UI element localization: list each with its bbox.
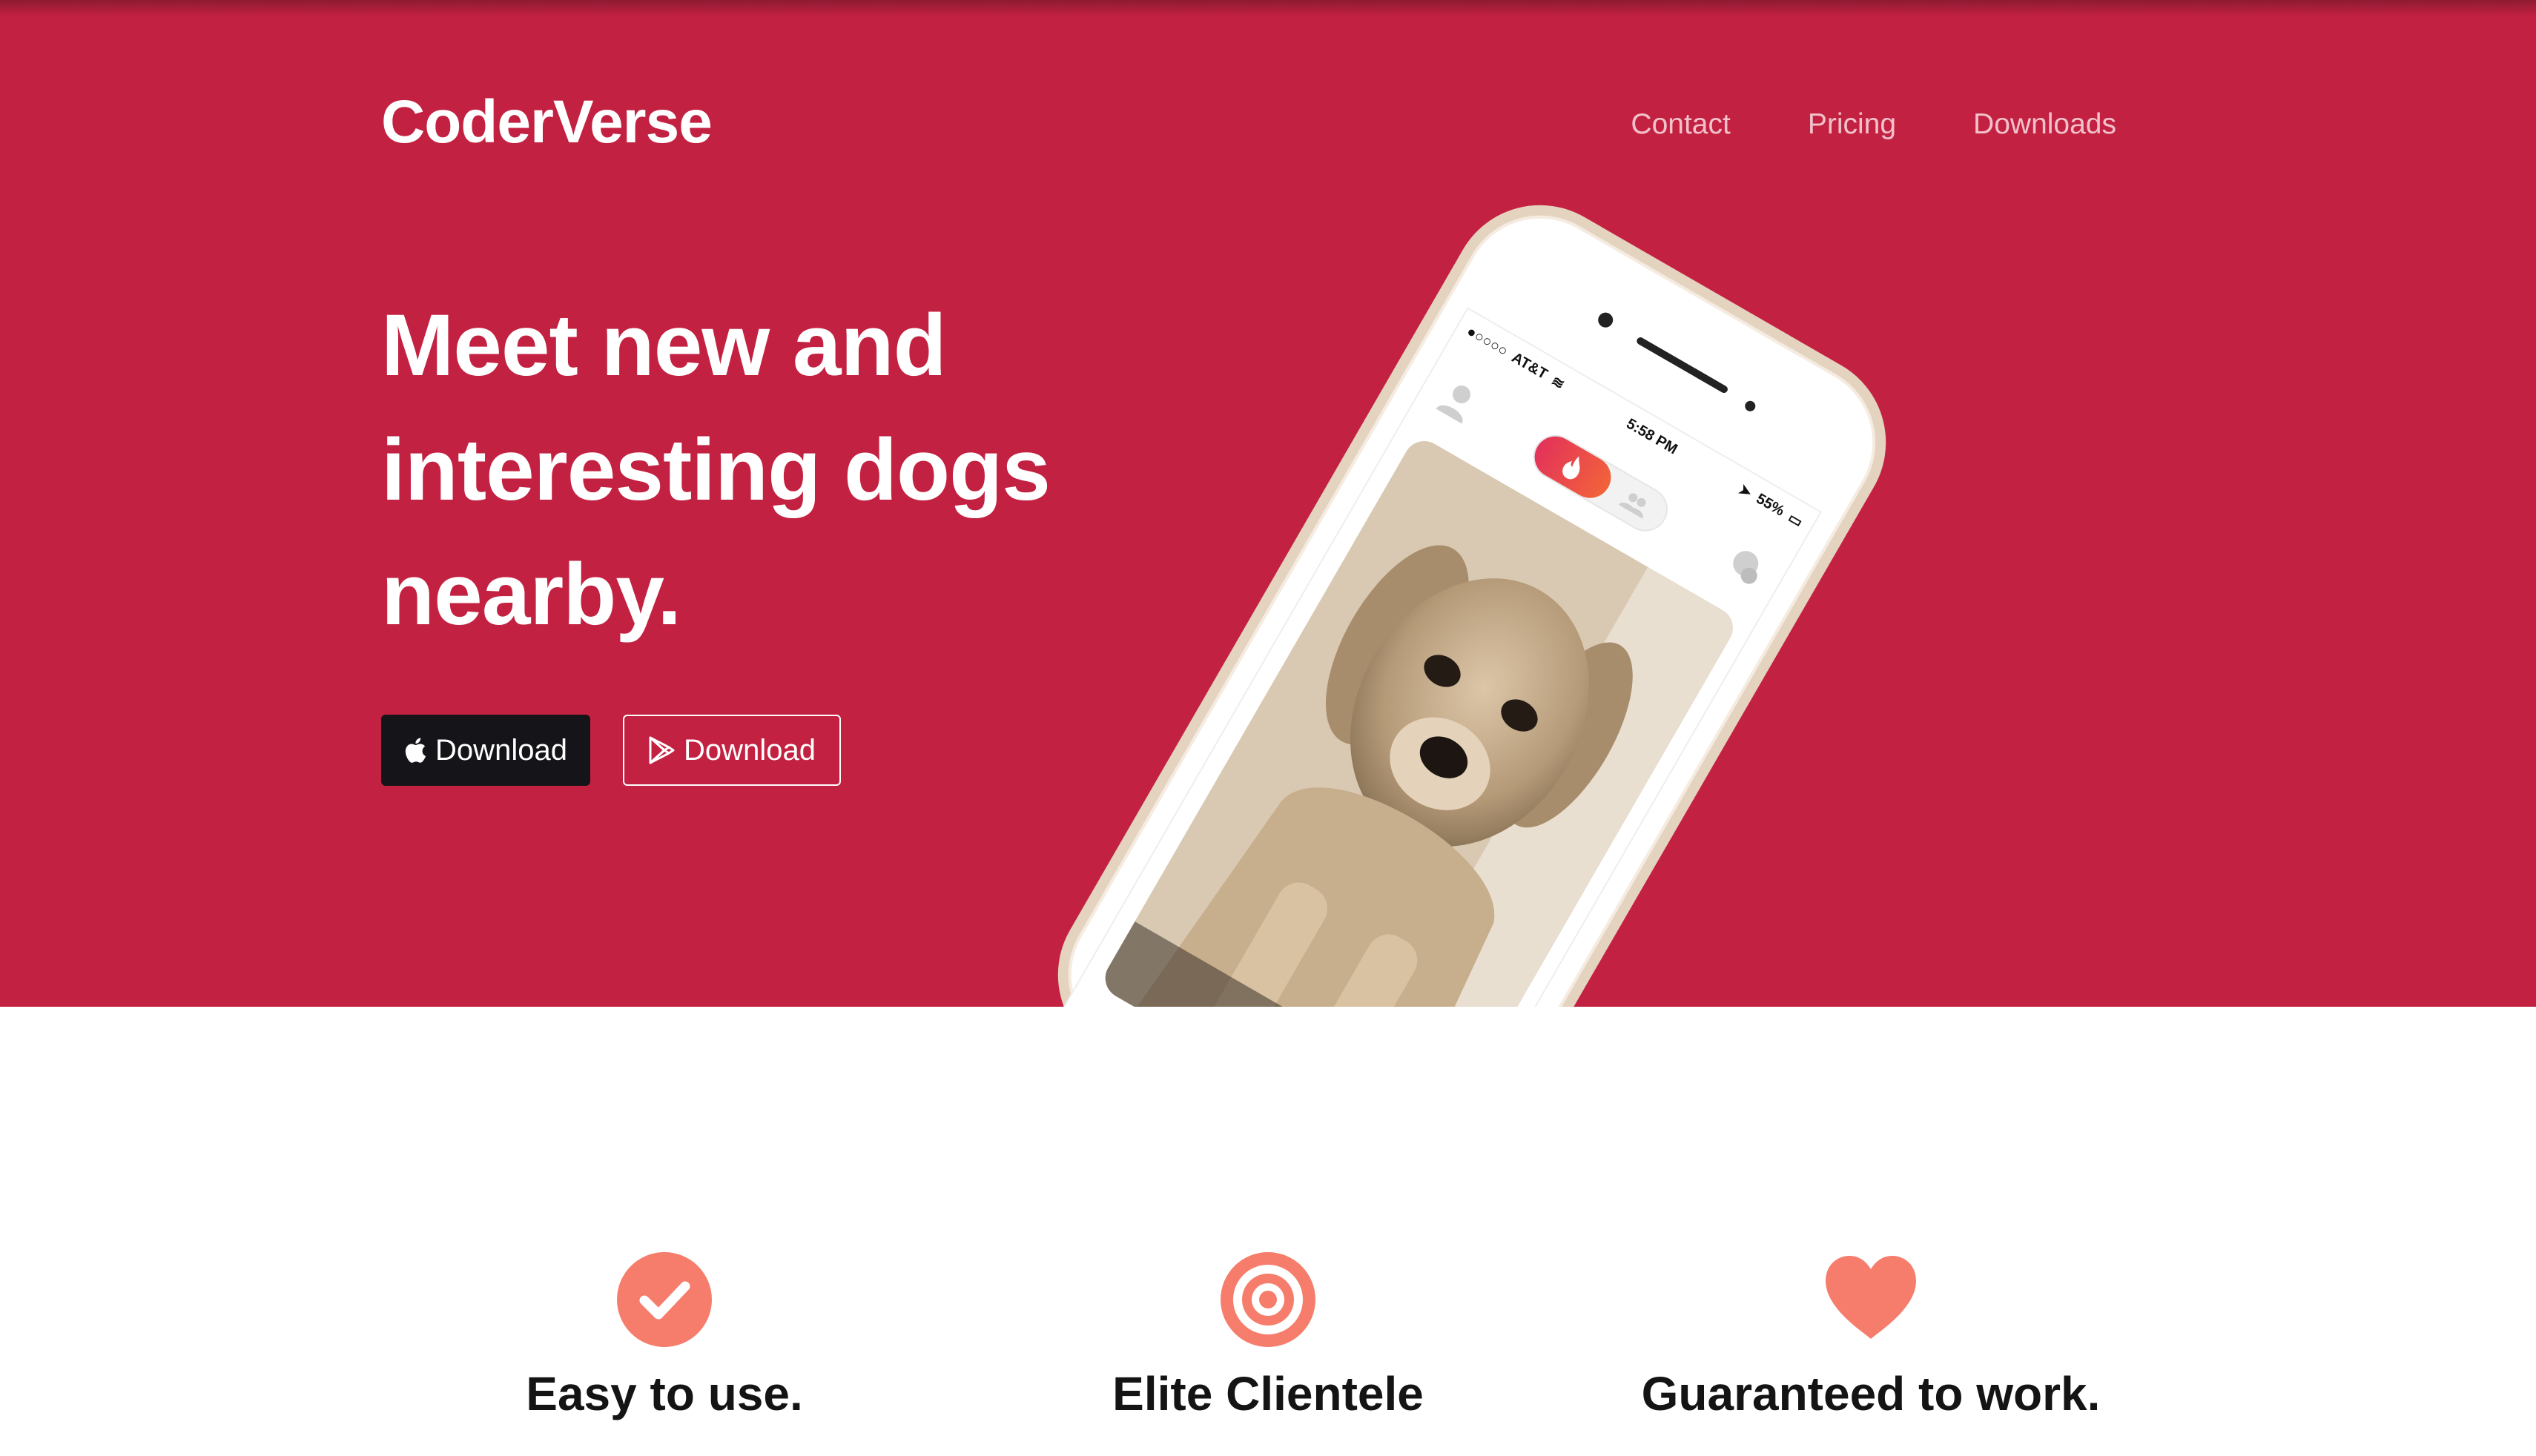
headline-line-3: nearby. (381, 546, 681, 643)
feature-title: Guaranteed to work. (1641, 1367, 2101, 1420)
target-icon (1220, 1251, 1316, 1348)
phone-earpiece (1635, 336, 1729, 394)
feature-easy-to-use: Easy to use. (397, 1251, 931, 1420)
hero-section: CoderVerse Contact Pricing Downloads Mee… (0, 0, 2536, 1007)
feature-elite-clientele: Elite Clientele (1001, 1251, 1535, 1420)
carrier-label: AT&T (1509, 348, 1551, 383)
profile-icon[interactable] (1434, 377, 1481, 426)
battery-icon: ▭ (1785, 509, 1806, 531)
play-store-download-button[interactable]: Download (623, 715, 841, 786)
feature-title: Easy to use. (526, 1367, 803, 1420)
battery-percent: 55% (1753, 490, 1788, 520)
hero-top-shadow (0, 0, 2536, 16)
play-store-icon (648, 736, 675, 764)
play-download-label: Download (684, 733, 816, 767)
check-circle-icon (616, 1251, 713, 1348)
location-icon: ➤ (1736, 480, 1755, 502)
headline-line-1: Meet new and (381, 297, 947, 394)
proximity-sensor (1743, 399, 1757, 414)
apple-download-label: Download (435, 733, 567, 767)
headline-line-2: interesting dogs (381, 421, 1051, 519)
phone-mockup: ●○○○○ AT&T ≋ 5:58 PM ➤ 55% ▭ (1025, 172, 2076, 1007)
heart-icon (1823, 1251, 1919, 1348)
wifi-icon: ≋ (1548, 372, 1568, 394)
hero-headline: Meet new and interesting dogs nearby. (381, 283, 1167, 657)
features-section: Easy to use. Elite Clientele Guaranteed … (0, 1007, 2536, 1456)
phone-body: ●○○○○ AT&T ≋ 5:58 PM ➤ 55% ▭ (1025, 172, 1919, 1007)
apple-download-button[interactable]: Download (381, 715, 590, 786)
landing-page: CoderVerse Contact Pricing Downloads Mee… (0, 0, 2536, 1456)
nav-contact-link[interactable]: Contact (1631, 108, 1730, 141)
feature-guaranteed: Guaranteed to work. (1604, 1251, 2138, 1420)
nav-downloads-link[interactable]: Downloads (1973, 108, 2116, 141)
top-nav: Contact Pricing Downloads (1631, 108, 2116, 141)
phone-screen: ●○○○○ AT&T ≋ 5:58 PM ➤ 55% ▭ (1059, 307, 1823, 1007)
group-icon (1617, 487, 1654, 520)
apple-icon (404, 737, 426, 764)
brand-logo[interactable]: CoderVerse (381, 87, 713, 157)
flame-icon (1527, 428, 1619, 506)
feature-title: Elite Clientele (1112, 1367, 1424, 1420)
front-camera (1595, 310, 1616, 331)
nav-pricing-link[interactable]: Pricing (1808, 108, 1896, 141)
chat-icon[interactable] (1723, 543, 1770, 590)
